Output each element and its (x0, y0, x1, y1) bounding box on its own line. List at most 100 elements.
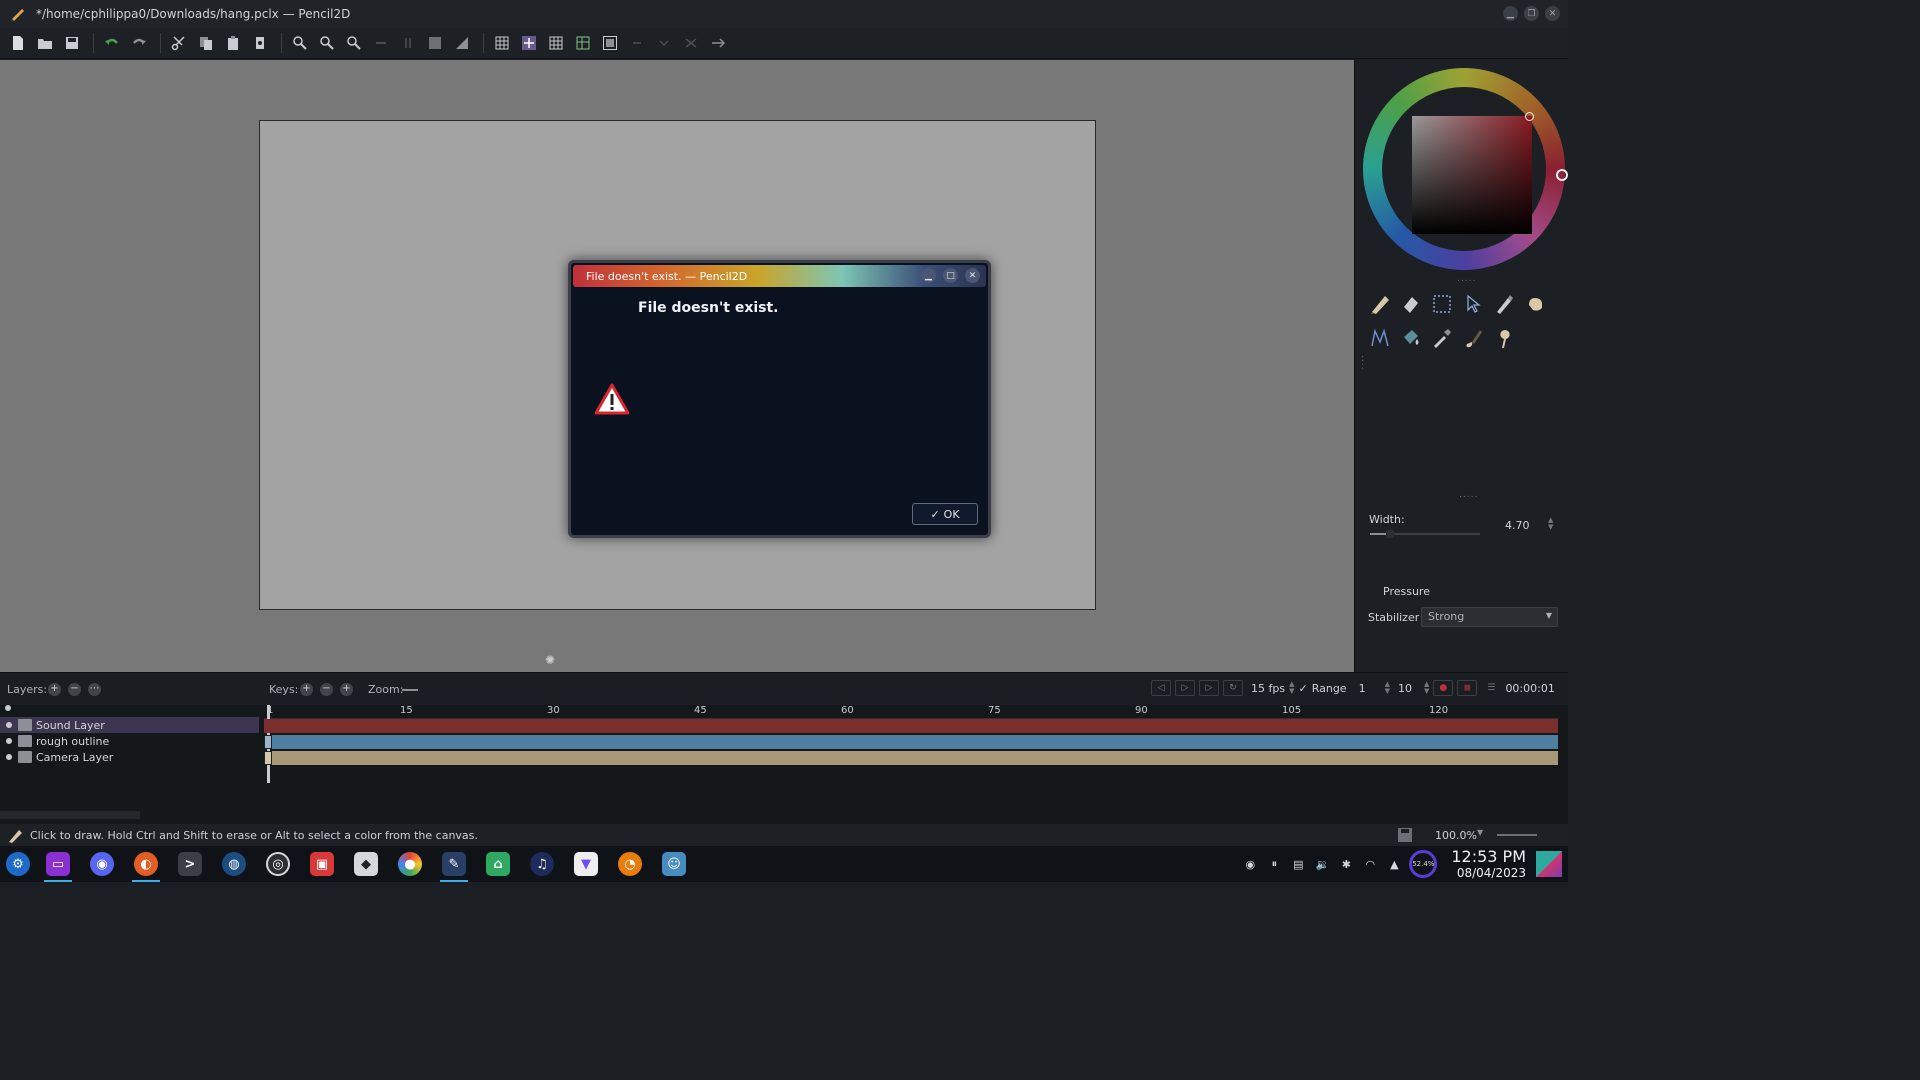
minimize-icon[interactable]: ▁ (921, 268, 936, 283)
layer-row-sound[interactable]: Sound Layer (0, 717, 259, 733)
onion-both-icon[interactable] (679, 32, 703, 54)
zoom-in-icon[interactable] (288, 32, 312, 54)
fps-spinner-icon[interactable]: ▲ ▼ (1289, 681, 1294, 695)
prev-key-icon[interactable]: ◁ (1151, 680, 1171, 696)
firefox-icon[interactable]: ◐ (128, 846, 164, 882)
track-camera[interactable] (264, 751, 1558, 765)
undo-icon[interactable] (100, 32, 124, 54)
clipboard-icon[interactable]: ▤ (1289, 855, 1307, 873)
range-start[interactable]: 1 (1359, 682, 1381, 695)
brush-icon[interactable] (1460, 326, 1486, 350)
minimize-icon[interactable]: ▁ (1503, 6, 1518, 21)
tray-expand-icon[interactable]: ▲ (1385, 855, 1403, 873)
blender-icon[interactable]: ◔ (612, 846, 648, 882)
roblox-icon[interactable]: ◆ (348, 846, 384, 882)
rotate-left-icon[interactable] (369, 32, 393, 54)
hand-icon[interactable] (1522, 292, 1548, 316)
panel-splitter-dots[interactable]: ..... (1457, 274, 1476, 284)
sound-scrub-icon[interactable]: ● (1433, 680, 1454, 696)
bluetooth-icon[interactable]: ✱ (1337, 855, 1355, 873)
timeline-zoom-slider[interactable] (402, 689, 418, 691)
maximize-icon[interactable]: □ (943, 268, 958, 283)
flip-h-icon[interactable] (423, 32, 447, 54)
wifi-icon[interactable]: ◠ (1361, 855, 1379, 873)
thirds-icon[interactable] (544, 32, 568, 54)
onion-next-icon[interactable] (652, 32, 676, 54)
save-icon[interactable] (60, 32, 84, 54)
keyframe[interactable] (264, 751, 272, 765)
terminal-icon[interactable]: > (172, 846, 208, 882)
paste-icon[interactable] (221, 32, 245, 54)
width-spinner-icon[interactable]: ▲ ▼ (1548, 517, 1556, 531)
new-file-icon[interactable] (6, 32, 30, 54)
remove-key-button[interactable]: − (320, 683, 333, 696)
zoom-reset-icon[interactable] (342, 32, 366, 54)
more-icon[interactable] (706, 32, 730, 54)
next-key-icon[interactable]: ▷ (1199, 680, 1219, 696)
track-sound[interactable] (264, 719, 1558, 733)
pause-icon[interactable]: ⏸ (1265, 855, 1283, 873)
layer-row-rough-outline[interactable]: rough outline (0, 733, 259, 749)
close-icon[interactable]: ✕ (1545, 6, 1560, 21)
panel-splitter-dots[interactable]: .... (1359, 355, 1369, 370)
eyedropper-icon[interactable] (1429, 326, 1455, 350)
pen-icon[interactable] (1491, 292, 1517, 316)
safe-area-icon[interactable] (598, 32, 622, 54)
track-rough-outline[interactable] (264, 735, 1558, 749)
polyline-icon[interactable] (1367, 326, 1393, 350)
width-value[interactable]: 4.70 (1505, 519, 1530, 532)
saturation-marker[interactable] (1525, 112, 1534, 121)
add-key-button[interactable]: + (300, 683, 313, 696)
color-wheel[interactable] (1363, 68, 1568, 270)
zoom-out-icon[interactable] (315, 32, 339, 54)
eraser-icon[interactable] (1398, 292, 1424, 316)
cut-icon[interactable] (167, 32, 191, 54)
obs-icon[interactable]: ◎ (260, 846, 296, 882)
smudge-icon[interactable] (1491, 326, 1517, 350)
pencil-icon[interactable] (1367, 292, 1393, 316)
frame-ruler[interactable]: 1 15 30 45 60 75 90 105 120 (264, 705, 1558, 719)
pencil2d-icon[interactable]: ✎ (436, 846, 472, 882)
flip-v-icon[interactable] (450, 32, 474, 54)
keyframe[interactable] (264, 735, 272, 749)
onion-prev-icon[interactable] (625, 32, 649, 54)
grid-icon[interactable] (490, 32, 514, 54)
stabilizer-select[interactable]: Strong ▼ (1421, 607, 1558, 627)
select-icon[interactable] (1429, 292, 1455, 316)
panel-splitter-dots[interactable]: ..... (1459, 490, 1478, 500)
center-icon[interactable] (517, 32, 541, 54)
bucket-icon[interactable] (1398, 326, 1424, 350)
range-end[interactable]: 10 (1398, 682, 1420, 695)
visibility-icon[interactable] (6, 754, 12, 760)
play-icon[interactable]: ▷ (1175, 680, 1195, 696)
zoom-level[interactable]: 100.0% (1435, 829, 1477, 842)
loop-icon[interactable]: ↻ (1223, 680, 1243, 696)
pressure-checkbox[interactable]: Pressure (1383, 585, 1430, 598)
duplicate-key-button[interactable]: + (340, 683, 353, 696)
visibility-icon[interactable] (6, 722, 12, 728)
clear-icon[interactable] (248, 32, 272, 54)
fps-value[interactable]: 15 fps (1251, 682, 1285, 695)
steam-icon[interactable]: ◍ (216, 846, 252, 882)
move-icon[interactable] (1460, 292, 1486, 316)
godot-icon[interactable]: ☺ (656, 846, 692, 882)
store-icon[interactable]: ⌂ (480, 846, 516, 882)
dialog-title-bar[interactable]: File doesn't exist. — Pencil2D ▁ □ ✕ (573, 265, 986, 287)
golden-icon[interactable] (571, 32, 595, 54)
color-square[interactable] (1412, 116, 1532, 234)
show-desktop-icon[interactable] (1536, 851, 1562, 877)
close-icon[interactable]: ✕ (965, 268, 980, 283)
range-checkbox[interactable]: ✓ (1298, 682, 1307, 695)
rotate-right-icon[interactable] (396, 32, 420, 54)
horizontal-scrollbar[interactable] (0, 811, 140, 819)
timeline-options-icon[interactable]: ☰ (1487, 683, 1495, 693)
copy-icon[interactable] (194, 32, 218, 54)
files-icon[interactable]: ▭ (40, 846, 76, 882)
remove-layer-button[interactable]: − (68, 683, 81, 696)
open-file-icon[interactable] (33, 32, 57, 54)
launcher-icon[interactable]: ⚙ (0, 846, 36, 882)
loop-control-icon[interactable]: ◼ (1457, 680, 1478, 696)
ok-button[interactable]: ✓ OK (912, 503, 978, 525)
proton-vpn-icon[interactable]: ▼ (568, 846, 604, 882)
game-icon[interactable]: ▣ (304, 846, 340, 882)
